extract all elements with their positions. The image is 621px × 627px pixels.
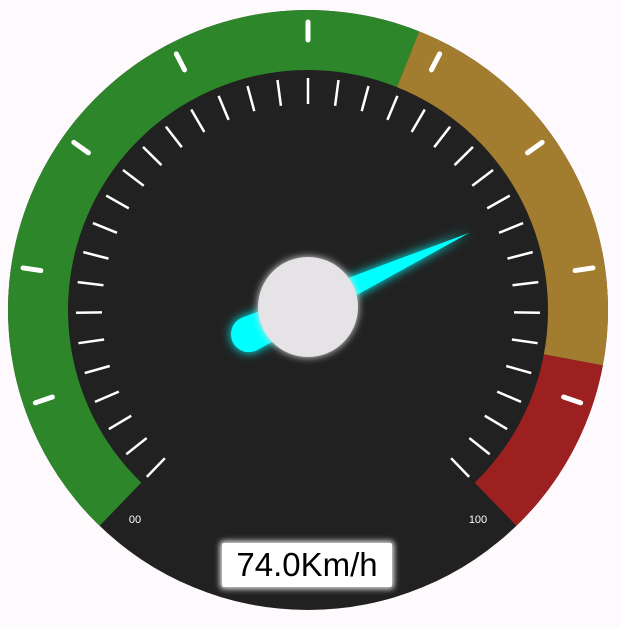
scale-min-label: 00 (129, 514, 141, 526)
speed-readout: 74.0Km/h (222, 543, 392, 587)
scale-max-label: 100 (469, 514, 487, 526)
major-tick (572, 265, 596, 274)
needle-hub (258, 257, 358, 357)
major-tick (20, 265, 44, 274)
speedometer-gauge: 00 100 (8, 10, 608, 610)
speedometer-widget: 00 100 74.0Km/h (0, 0, 621, 627)
